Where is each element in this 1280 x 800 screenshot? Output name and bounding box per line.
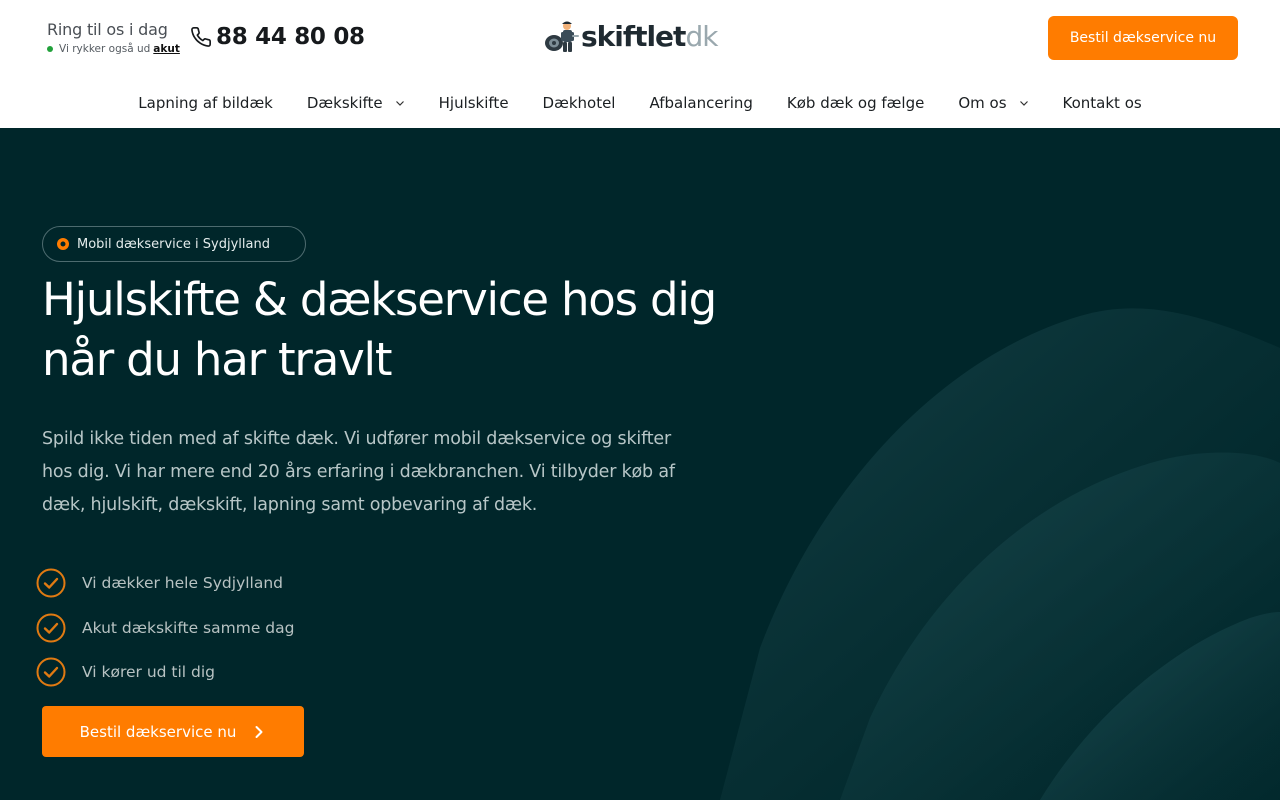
call-title: Ring til os i dag [47,20,168,39]
feature-item: Akut dækskifte samme dag [36,613,294,643]
nav-item-label: Køb dæk og fælge [786,94,925,112]
call-subtitle-text: Vi rykker også ud [59,43,151,55]
hero-title-line1: Hjulskifte & dækservice hos dig [42,273,717,326]
chevron-right-icon [252,725,266,739]
chevron-down-icon [1019,98,1029,108]
chevron-down-icon [395,98,405,108]
nav-item-daekhotel[interactable]: Dækhotel [543,94,616,112]
nav-item-label: Afbalancering [649,94,753,112]
nav-item-label: Hjulskifte [438,94,509,112]
logo-text-main: skiftlet [581,20,686,53]
nav-item-daekskifte[interactable]: Dækskifte [307,94,405,112]
check-circle-icon [36,613,66,643]
check-circle-icon [36,657,66,687]
akut-link[interactable]: akut [153,42,180,56]
nav-item-label: Dækhotel [542,94,616,112]
order-service-button-header[interactable]: Bestil dækservice nu [1048,16,1238,60]
check-circle-icon [36,568,66,598]
phone-number: 88 44 80 08 [216,24,365,50]
nav-item-label: Kontakt os [1062,94,1142,112]
nav-item-hjulskifte[interactable]: Hjulskifte [439,94,509,112]
nav-item-om-os[interactable]: Om os [958,94,1028,112]
mechanic-logo-icon [543,19,581,55]
call-subtitle: Vi rykker også ud akut [47,42,180,56]
phone-icon [190,26,212,48]
nav-item-label: Lapning af bildæk [138,94,273,112]
hero-title-line2: når du har travlt [42,333,392,386]
nav-item-afbalancering[interactable]: Afbalancering [649,94,752,112]
location-dot-icon [56,237,70,251]
feature-item: Vi dækker hele Sydjylland [36,568,294,598]
main-nav: Lapning af bildæk Dækskifte Hjulskifte D… [0,84,1280,122]
feature-item: Vi kører ud til dig [36,657,294,687]
feature-text: Vi kører ud til dig [82,663,216,681]
location-badge: Mobil dækservice i Sydjylland [42,226,306,262]
status-dot-icon [47,46,53,52]
hero-description: Spild ikke tiden med af skifte dæk. Vi u… [42,429,675,515]
site-logo[interactable]: skiftlet dk [543,19,718,55]
cta-label: Bestil dækservice nu [79,722,237,741]
feature-text: Akut dækskifte samme dag [82,618,295,637]
nav-item-label: Dækskifte [306,94,383,112]
call-block: Ring til os i dag Vi rykker også ud akut [47,20,180,56]
hero-title: Hjulskifte & dækservice hos dig når du h… [42,270,742,390]
nav-item-lapning[interactable]: Lapning af bildæk [138,94,273,112]
nav-item-koeb-daek[interactable]: Køb dæk og fælge [787,94,924,112]
hero-section: Mobil dækservice i Sydjylland Hjulskifte… [0,128,1280,800]
nav-item-kontakt[interactable]: Kontakt os [1063,94,1142,112]
site-header: Ring til os i dag Vi rykker også ud akut… [0,0,1280,128]
badge-text: Mobil dækservice i Sydjylland [77,236,270,252]
logo-text-tld: dk [685,20,718,53]
feature-list: Vi dækker hele Sydjylland Akut dækskifte… [36,568,294,702]
order-service-button-hero[interactable]: Bestil dækservice nu [42,706,304,757]
nav-item-label: Om os [958,94,1007,112]
phone-link[interactable]: 88 44 80 08 [190,24,365,50]
feature-text: Vi dækker hele Sydjylland [82,574,284,592]
